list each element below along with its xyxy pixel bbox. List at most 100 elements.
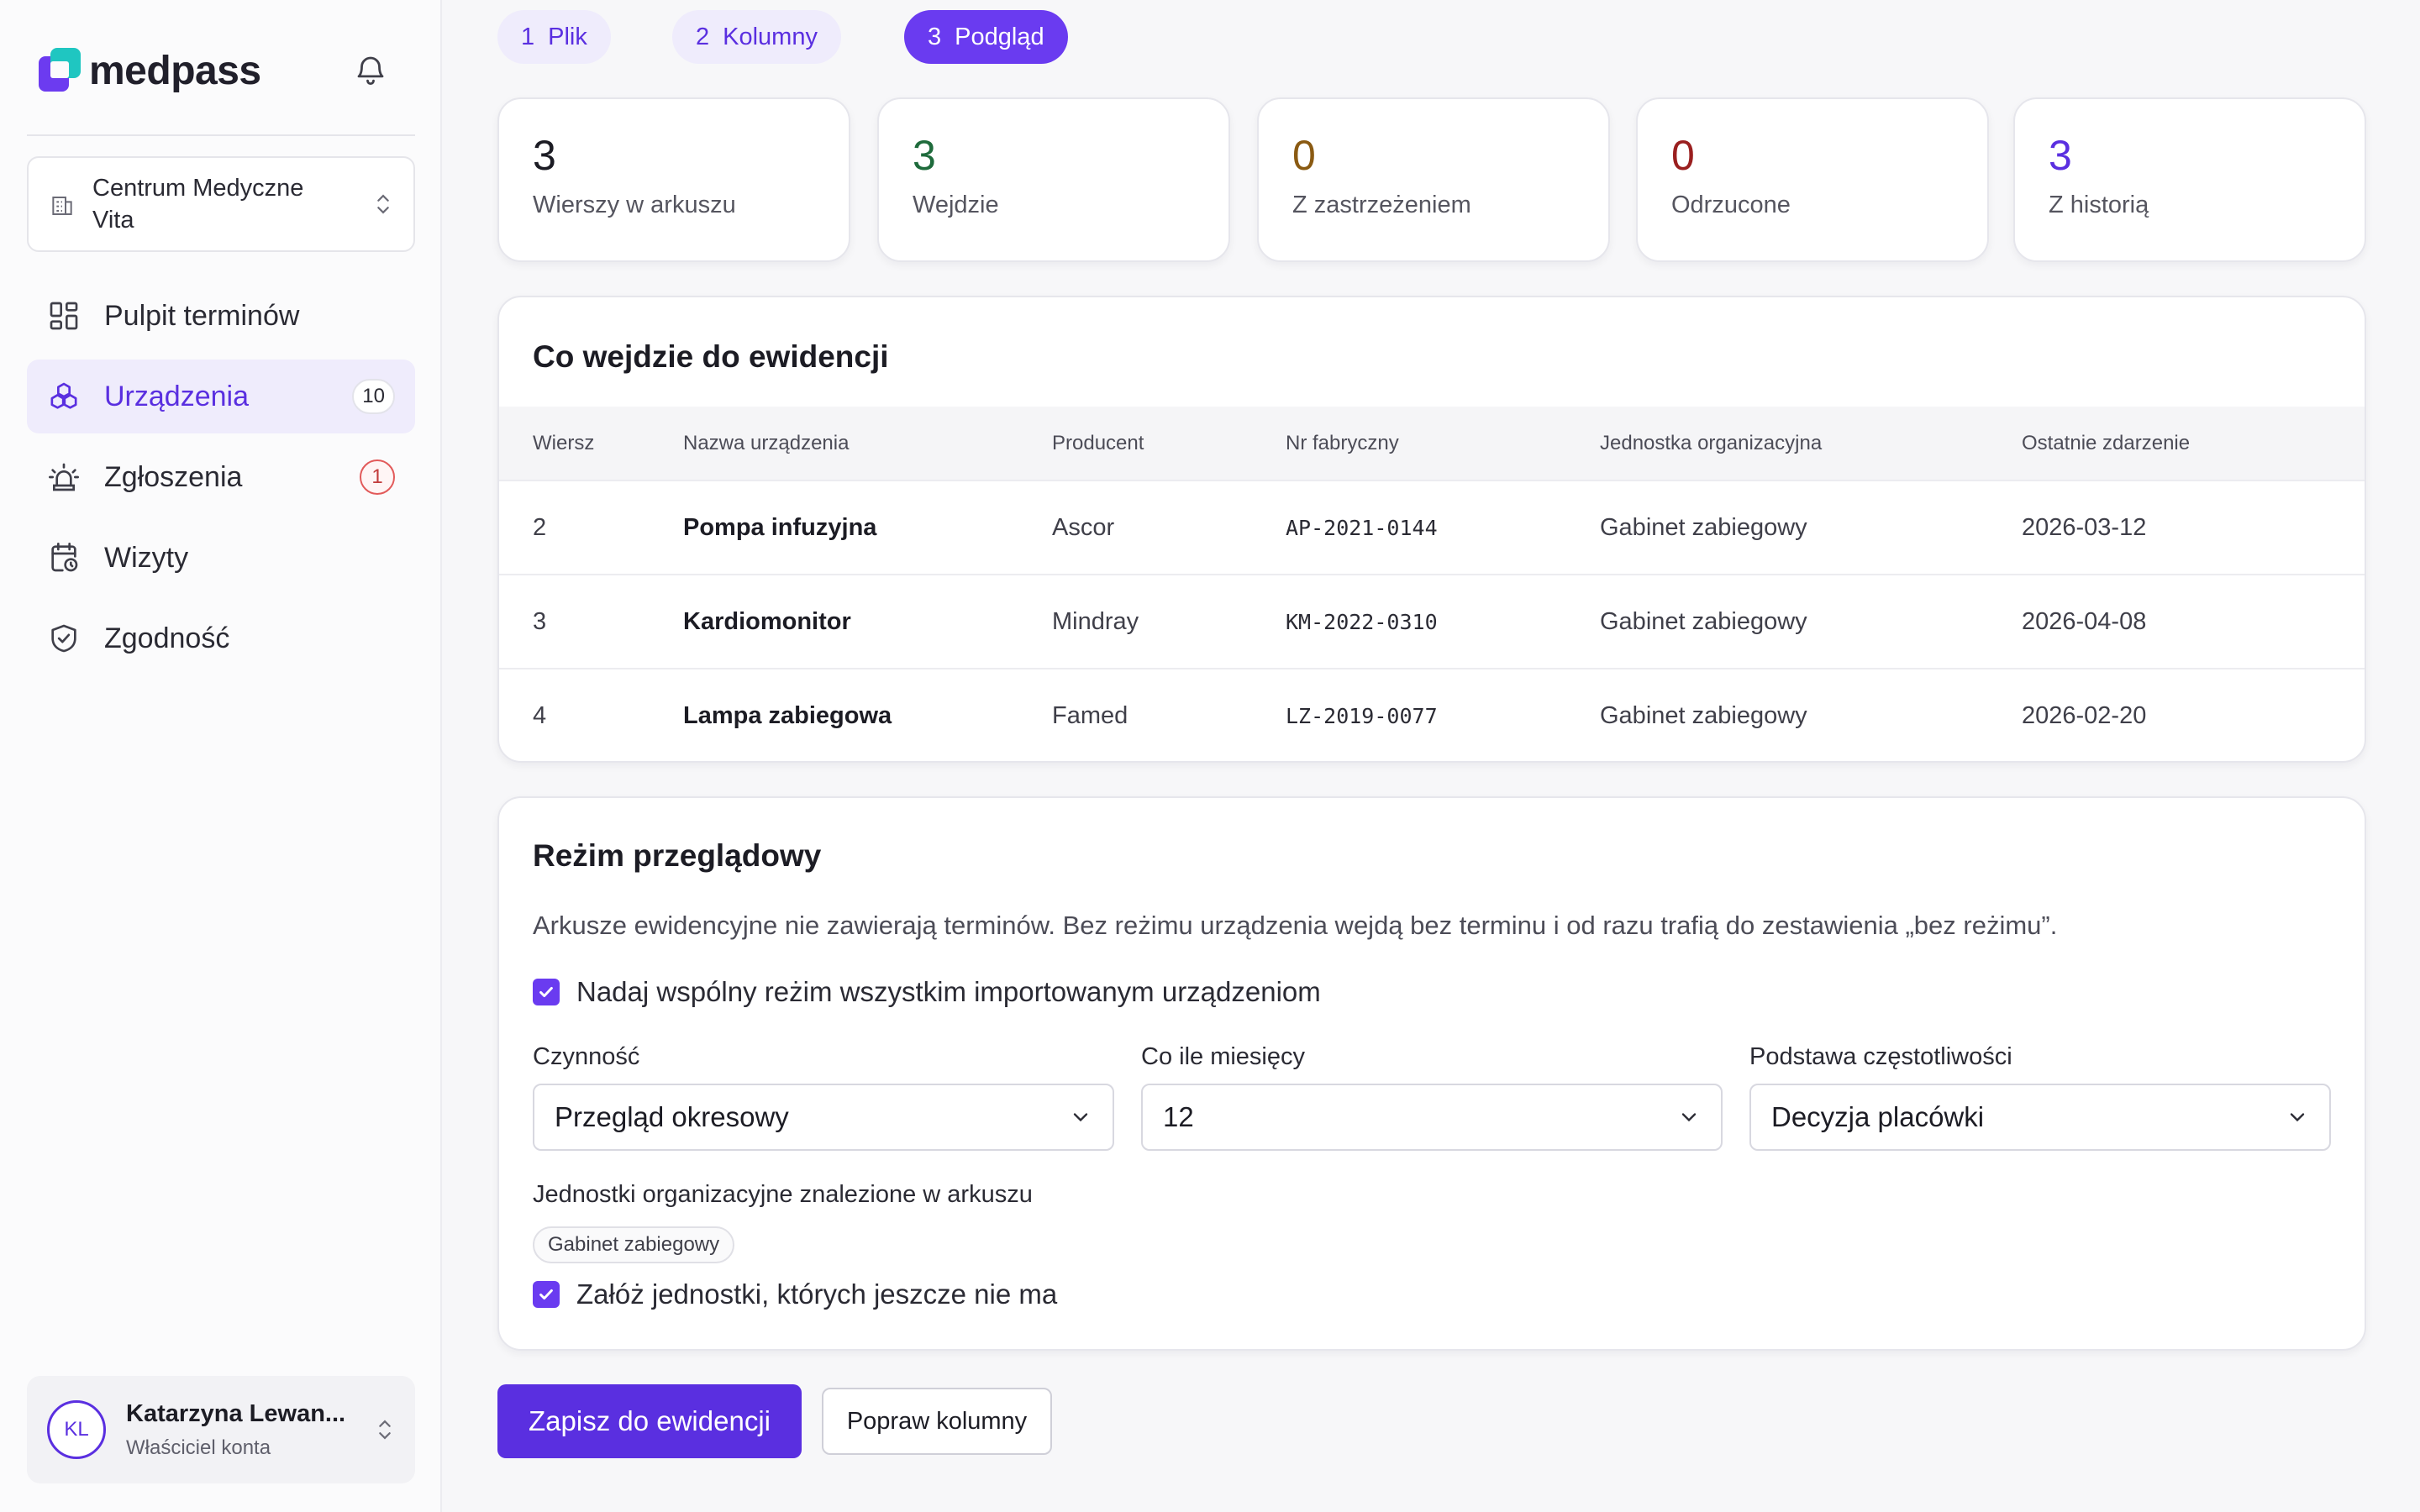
- shield-check-icon: [51, 624, 76, 653]
- devices-icon: [50, 382, 77, 409]
- cell-manufacturer: Mindray: [1052, 574, 1286, 669]
- preview-table: Wiersz Nazwa urządzenia Producent Nr fab…: [499, 407, 2365, 761]
- cell-manufacturer: Famed: [1052, 668, 1286, 761]
- units-chip-list: Gabinet zabiegowy: [533, 1226, 735, 1263]
- cell-row-number: 2: [499, 480, 683, 575]
- cell-device-name: Kardiomonitor: [683, 574, 1052, 669]
- activity-select[interactable]: Przegląd okresowy: [533, 1084, 1114, 1151]
- dashboard-icon: [50, 302, 78, 330]
- sidebar-item-label: Zgodność: [104, 622, 230, 654]
- chevron-up-down-icon: [379, 1420, 391, 1440]
- cell-row-number: 4: [499, 668, 683, 761]
- interval-select[interactable]: 12: [1141, 1084, 1723, 1151]
- cell-device-name: Lampa zabiegowa: [683, 668, 1052, 761]
- sidebar-item-pulpit[interactable]: Pulpit terminów: [27, 279, 415, 353]
- regime-description: Arkusze ewidencyjne nie zawierają termin…: [533, 911, 2058, 940]
- sidebar-nav: Pulpit terminów Urządzenia 10 Zgłoszenia…: [27, 279, 415, 682]
- basis-value: Decyzja placówki: [1771, 1101, 1985, 1132]
- save-to-registry-button[interactable]: Zapisz do ewidencji: [497, 1384, 802, 1458]
- fix-columns-button[interactable]: Popraw kolumny: [822, 1388, 1052, 1455]
- stat-card-with-history: 3 Z historią: [2013, 97, 2366, 262]
- organization-name: Centrum Medyczne Vita: [92, 175, 304, 234]
- sidebar-divider: [27, 134, 415, 136]
- cell-serial-number: AP-2021-0144: [1286, 480, 1600, 575]
- stat-value: 0: [1292, 132, 1316, 179]
- common-regime-checkbox[interactable]: Nadaj wspólny reżim wszystkim importowan…: [533, 976, 1321, 1008]
- column-header: Jednostka organizacyjna: [1600, 431, 1823, 454]
- column-header: Producent: [1052, 431, 1144, 454]
- column-header: Nazwa urządzenia: [683, 431, 850, 454]
- sidebar-item-urzadzenia[interactable]: Urządzenia 10: [27, 360, 415, 433]
- chevron-down-icon: [2290, 1113, 2305, 1122]
- chevron-down-icon: [1073, 1113, 1088, 1122]
- table-row: 3 Kardiomonitor Mindray KM-2022-0310 Gab…: [499, 574, 2365, 669]
- sidebar: medpass Centrum Medyczne Vita Pulpit ter…: [0, 0, 442, 1512]
- stat-value: 3: [2049, 132, 2072, 179]
- medpass-logo-icon: [39, 48, 81, 93]
- checkbox-checked[interactable]: [533, 979, 560, 1005]
- stat-value: 3: [533, 132, 556, 179]
- stat-label: Wejdzie: [913, 192, 999, 218]
- user-menu[interactable]: KL Katarzyna Lewan... Właściciel konta: [27, 1376, 415, 1483]
- alarm-icon: [49, 463, 79, 491]
- step-kolumny[interactable]: 2 Kolumny: [672, 10, 841, 64]
- sidebar-item-label: Pulpit terminów: [104, 299, 300, 332]
- bell-icon[interactable]: [353, 52, 388, 87]
- column-header: Nr fabryczny: [1286, 431, 1399, 454]
- checkbox-checked[interactable]: [533, 1281, 560, 1308]
- regime-card: Reżim przeglądowy Arkusze ewidencyjne ni…: [497, 796, 2366, 1351]
- checkbox-label: Załóż jednostki, których jeszcze nie ma: [576, 1278, 1058, 1310]
- calendar-clock-icon: [51, 543, 78, 572]
- activity-label: Czynność: [533, 1043, 640, 1070]
- interval-label: Co ile miesięcy: [1141, 1043, 1305, 1070]
- basis-select[interactable]: Decyzja placówki: [1749, 1084, 2331, 1151]
- stat-value: 3: [913, 132, 936, 179]
- avatar: KL: [47, 1400, 106, 1459]
- stat-label: Odrzucone: [1671, 192, 1791, 218]
- checkmark-icon: [539, 986, 553, 998]
- stat-label: Wierszy w arkuszu: [533, 192, 736, 218]
- brand-name: medpass: [89, 48, 261, 93]
- cell-org-unit: Gabinet zabiegowy: [1600, 480, 2022, 575]
- sidebar-item-label: Zgłoszenia: [104, 460, 243, 493]
- cell-org-unit: Gabinet zabiegowy: [1600, 574, 2022, 669]
- preview-title: Co wejdzie do ewidencji: [533, 339, 889, 374]
- cell-row-number: 3: [499, 574, 683, 669]
- step-podglad[interactable]: 3 Podgląd: [904, 10, 1068, 64]
- stat-card-rows: 3 Wierszy w arkuszu: [497, 97, 850, 262]
- sidebar-item-wizyty[interactable]: Wizyty: [27, 521, 415, 595]
- stat-card-incoming: 3 Wejdzie: [877, 97, 1230, 262]
- stat-card-rejected: 0 Odrzucone: [1636, 97, 1989, 262]
- step-plik[interactable]: 1 Plik: [497, 10, 611, 64]
- units-label: Jednostki organizacyjne znalezione w ark…: [533, 1181, 1033, 1208]
- alert-badge: 1: [360, 459, 395, 495]
- chevron-down-icon: [1681, 1113, 1697, 1122]
- preview-card: Co wejdzie do ewidencji Wiersz Nazwa urz…: [497, 296, 2366, 763]
- cell-org-unit: Gabinet zabiegowy: [1600, 668, 2022, 761]
- cell-last-event: 2026-04-08: [2022, 574, 2365, 669]
- table-header: Wiersz Nazwa urządzenia Producent Nr fab…: [499, 407, 2365, 480]
- org-unit-chip: Gabinet zabiegowy: [533, 1226, 735, 1263]
- stat-card-with-reservations: 0 Z zastrzeżeniem: [1257, 97, 1610, 262]
- sidebar-item-label: Urządzenia: [104, 380, 249, 412]
- brand-logo[interactable]: medpass: [39, 47, 261, 94]
- checkbox-label: Nadaj wspólny reżim wszystkim importowan…: [576, 976, 1321, 1007]
- sidebar-item-zgloszenia[interactable]: Zgłoszenia 1: [27, 440, 415, 514]
- cell-device-name: Pompa infuzyjna: [683, 480, 1052, 575]
- create-units-checkbox[interactable]: Załóż jednostki, których jeszcze nie ma: [533, 1278, 1057, 1310]
- cell-manufacturer: Ascor: [1052, 480, 1286, 575]
- user-role: Właściciel konta: [126, 1436, 271, 1459]
- cell-serial-number: LZ-2019-0077: [1286, 668, 1600, 761]
- cell-last-event: 2026-03-12: [2022, 480, 2365, 575]
- count-badge: 10: [352, 379, 395, 414]
- basis-label: Podstawa częstotliwości: [1749, 1043, 2012, 1070]
- checkmark-icon: [539, 1289, 553, 1300]
- cell-last-event: 2026-02-20: [2022, 668, 2365, 761]
- cell-serial-number: KM-2022-0310: [1286, 574, 1600, 669]
- chevron-up-down-icon: [377, 194, 389, 214]
- sidebar-item-zgodnosc[interactable]: Zgodność: [27, 601, 415, 675]
- organization-selector[interactable]: Centrum Medyczne Vita: [27, 156, 415, 252]
- table-row: 4 Lampa zabiegowa Famed LZ-2019-0077 Gab…: [499, 668, 2365, 761]
- interval-value: 12: [1163, 1101, 1194, 1132]
- building-icon: [52, 197, 72, 215]
